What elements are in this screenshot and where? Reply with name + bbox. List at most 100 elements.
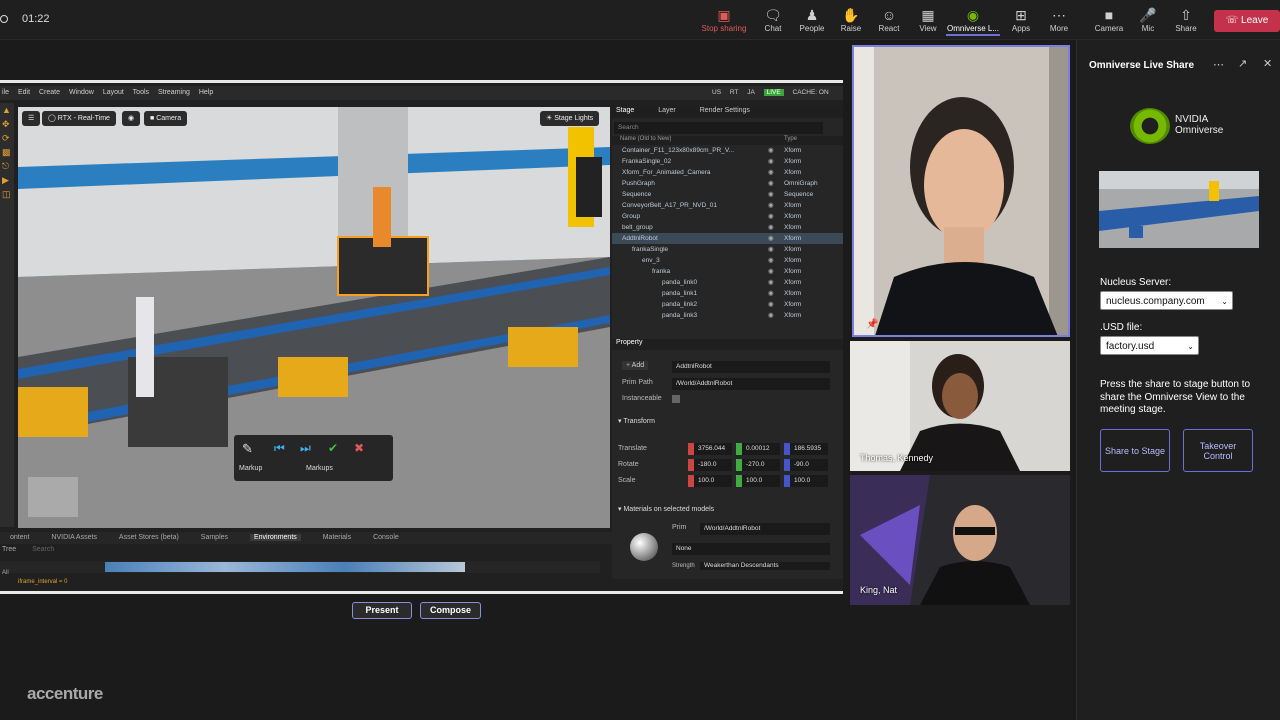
- environment-thumbnails[interactable]: [105, 562, 465, 572]
- usd-select[interactable]: factory.usd ⌄: [1100, 336, 1199, 355]
- menu-file[interactable]: ile: [2, 89, 9, 96]
- menu-streaming[interactable]: Streaming: [158, 89, 190, 96]
- compose-button[interactable]: Compose: [420, 602, 481, 619]
- pin-icon[interactable]: 📌: [866, 319, 878, 330]
- view-button[interactable]: ▦ View: [913, 6, 943, 36]
- rotate-field[interactable]: -180.0: [694, 459, 732, 471]
- scale-field[interactable]: 100.0: [694, 475, 732, 487]
- eye-icon[interactable]: ◉: [768, 156, 774, 167]
- stage-tree-row[interactable]: FrankaSingle_02 ◉ Xform: [612, 156, 843, 167]
- participant-tile-2[interactable]: Thomas, Kennedy: [850, 341, 1070, 471]
- filter-all[interactable]: All: [2, 570, 9, 576]
- stage-tree-row[interactable]: Group ◉ Xform: [612, 211, 843, 222]
- menu-tools[interactable]: Tools: [133, 89, 149, 96]
- menu-layout[interactable]: Layout: [103, 89, 124, 96]
- materials-section[interactable]: ▾ Materials on selected models: [618, 505, 714, 513]
- tree-toggle[interactable]: Tree: [2, 546, 16, 553]
- chat-button[interactable]: 🗨 Chat: [758, 6, 788, 36]
- stage-tree-row[interactable]: AddtnlRobot ◉ Xform: [612, 233, 843, 244]
- instanceable-checkbox[interactable]: [672, 395, 680, 403]
- react-button[interactable]: ☺ React: [874, 6, 904, 36]
- takeover-control-button[interactable]: Takeover Control: [1183, 429, 1253, 472]
- rotate-field[interactable]: -90.0: [790, 459, 828, 471]
- stage-tree-row[interactable]: panda_link1 ◉ Xform: [612, 288, 843, 299]
- stage-tree-row[interactable]: panda_link3 ◉ Xform: [612, 310, 843, 321]
- present-button[interactable]: Present: [352, 602, 412, 619]
- visibility-button[interactable]: ◉: [122, 111, 141, 126]
- leave-button[interactable]: ☏ Leave: [1214, 10, 1280, 32]
- prim-path-field[interactable]: /World/AddtnlRobot: [672, 378, 830, 390]
- participant-tile-1[interactable]: 📌: [852, 45, 1070, 337]
- transform-section[interactable]: ▾ Transform: [618, 417, 655, 425]
- eye-icon[interactable]: ◉: [768, 299, 774, 310]
- people-button[interactable]: ♟ People: [796, 6, 828, 36]
- apps-button[interactable]: ⊞ Apps: [1006, 6, 1036, 36]
- close-icon[interactable]: ✕: [1263, 57, 1272, 70]
- eye-icon[interactable]: ◉: [768, 178, 774, 189]
- stage-tree-row[interactable]: franka ◉ Xform: [612, 266, 843, 277]
- eye-icon[interactable]: ◉: [768, 277, 774, 288]
- participant-tile-3[interactable]: King, Nat: [850, 475, 1070, 605]
- close-icon[interactable]: ✖: [354, 441, 364, 455]
- scale-field[interactable]: 100.0: [742, 475, 780, 487]
- add-button[interactable]: + Add: [622, 361, 649, 370]
- stage-tree-row[interactable]: PushGraph ◉ OmniGraph: [612, 178, 843, 189]
- stage-search[interactable]: Search: [614, 122, 823, 134]
- material-select[interactable]: None: [672, 543, 830, 555]
- settings-button[interactable]: ☰: [22, 111, 41, 126]
- camera-select-button[interactable]: ■ Camera: [144, 111, 188, 126]
- pencil-icon[interactable]: ✎: [242, 441, 253, 457]
- rotate-field[interactable]: -270.0: [742, 459, 780, 471]
- material-prim-field[interactable]: /World/AddtnlRobot: [700, 523, 830, 535]
- tab-console[interactable]: Console: [373, 534, 399, 541]
- stage-tree-row[interactable]: Sequence ◉ Sequence: [612, 189, 843, 200]
- tab-content[interactable]: ontent: [10, 534, 29, 541]
- menu-help[interactable]: Help: [199, 89, 213, 96]
- eye-icon[interactable]: ◉: [768, 266, 774, 277]
- stage-tree-row[interactable]: belt_group ◉ Xform: [612, 222, 843, 233]
- render-mode-button[interactable]: ◯ RTX - Real-Time: [42, 111, 116, 126]
- nucleus-select[interactable]: nucleus.company.com ⌄: [1100, 291, 1233, 310]
- tool-icons[interactable]: ▲ ✥ ⟳ ▩ ⎋ ▶ ◫: [0, 103, 14, 201]
- tab-asset-stores[interactable]: Asset Stores (beta): [119, 534, 179, 541]
- translate-field[interactable]: 186.5935: [790, 443, 828, 455]
- stage-tree-row[interactable]: panda_link0 ◉ Xform: [612, 277, 843, 288]
- eye-icon[interactable]: ◉: [768, 244, 774, 255]
- scale-field[interactable]: 100.0: [790, 475, 828, 487]
- tab-samples[interactable]: Samples: [201, 534, 228, 541]
- translate-field[interactable]: 0.00012: [742, 443, 780, 455]
- stage-tree-row[interactable]: ConveyorBelt_A17_PR_NVD_01 ◉ Xform: [612, 200, 843, 211]
- strength-select[interactable]: Weakerthan Descendants: [700, 562, 830, 570]
- share-to-stage-button[interactable]: Share to Stage: [1100, 429, 1170, 472]
- next-icon[interactable]: ⏭: [300, 441, 311, 456]
- eye-icon[interactable]: ◉: [768, 310, 774, 321]
- stage-tree-row[interactable]: env_3 ◉ Xform: [612, 255, 843, 266]
- share-button[interactable]: ⇧ Share: [1170, 6, 1202, 36]
- menu-window[interactable]: Window: [69, 89, 94, 96]
- camera-button[interactable]: ■ Camera: [1090, 6, 1128, 36]
- eye-icon[interactable]: ◉: [768, 288, 774, 299]
- eye-icon[interactable]: ◉: [768, 145, 774, 156]
- tab-layer[interactable]: Layer: [658, 107, 676, 114]
- more-button[interactable]: ⋯ More: [1044, 6, 1074, 36]
- more-options-icon[interactable]: ⋯: [1213, 58, 1224, 71]
- eye-icon[interactable]: ◉: [768, 189, 774, 200]
- stage-tree-row[interactable]: frankaSingle ◉ Xform: [612, 244, 843, 255]
- tab-materials[interactable]: Materials: [323, 534, 351, 541]
- stop-sharing-button[interactable]: ▣ Stop sharing: [700, 6, 748, 36]
- tab-render-settings[interactable]: Render Settings: [700, 107, 750, 114]
- eye-icon[interactable]: ◉: [768, 255, 774, 266]
- eye-icon[interactable]: ◉: [768, 233, 774, 244]
- mic-button[interactable]: 🎤 Mic: [1134, 6, 1162, 36]
- prim-name-field[interactable]: AddtnlRobot: [672, 361, 830, 373]
- menu-create[interactable]: Create: [39, 89, 60, 96]
- tab-environments[interactable]: Environments: [249, 534, 301, 541]
- eye-icon[interactable]: ◉: [768, 200, 774, 211]
- tab-property[interactable]: Property: [612, 339, 843, 350]
- check-icon[interactable]: ✔: [328, 441, 338, 455]
- popout-icon[interactable]: ↗: [1238, 57, 1247, 70]
- content-search[interactable]: Search: [32, 546, 54, 553]
- eye-icon[interactable]: ◉: [768, 167, 774, 178]
- previous-icon[interactable]: ⏮: [274, 441, 285, 456]
- tab-stage[interactable]: Stage: [616, 107, 634, 114]
